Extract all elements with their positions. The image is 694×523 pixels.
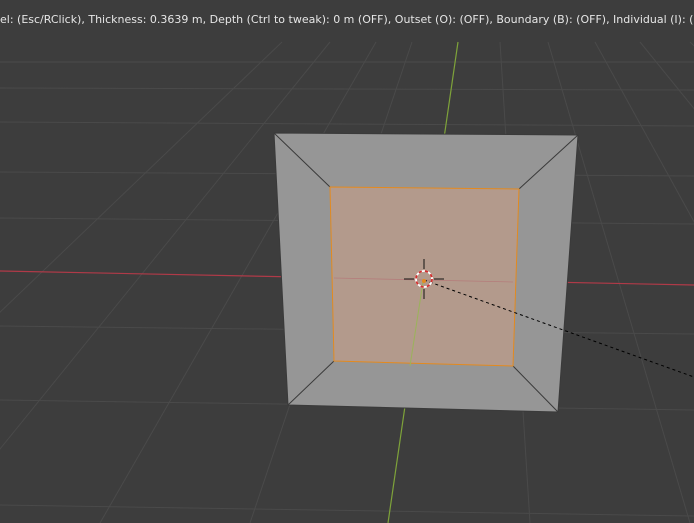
selected-inset-face bbox=[329, 186, 520, 367]
mesh-object[interactable] bbox=[273, 132, 579, 413]
3d-viewport[interactable] bbox=[0, 0, 694, 523]
modal-operator-status: el: (Esc/RClick), Thickness: 0.3639 m, D… bbox=[0, 13, 694, 26]
